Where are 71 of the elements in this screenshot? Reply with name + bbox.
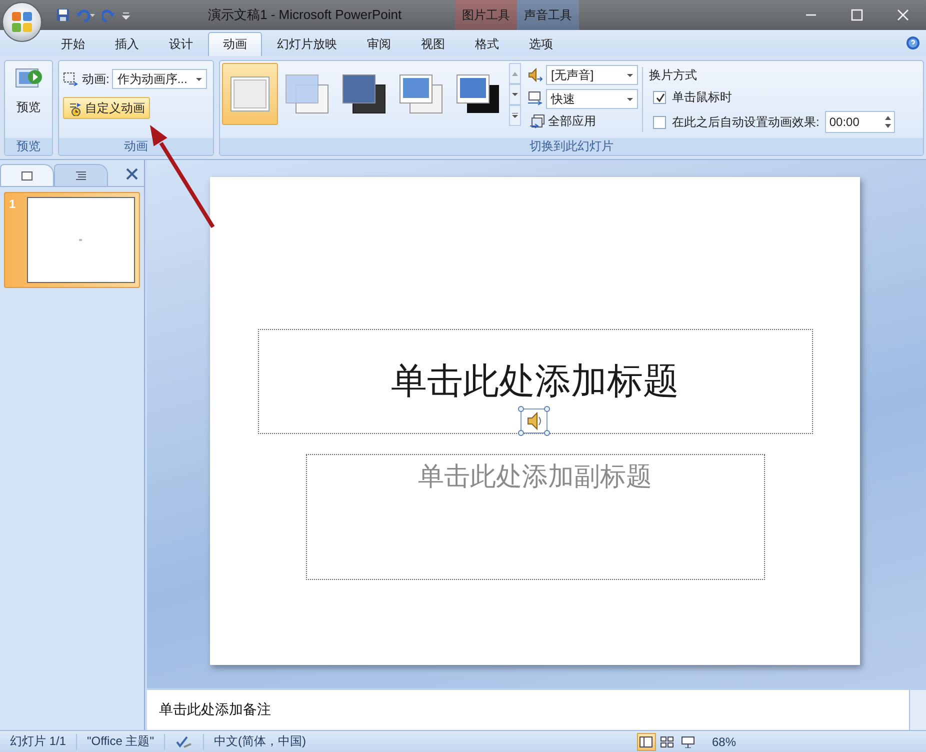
dropdown-caret-icon (627, 98, 633, 100)
maximize-icon[interactable] (851, 9, 863, 21)
apply-all-icon (529, 114, 545, 130)
scrollbar[interactable] (909, 690, 926, 730)
time-spinner-field[interactable]: 00:00 (825, 111, 896, 133)
checkbox-label: 单击鼠标时 (672, 89, 732, 106)
section-title: 换片方式 (649, 67, 698, 84)
slide-icon (21, 170, 33, 182)
custom-animation-icon (68, 100, 82, 116)
animation-dropdown[interactable]: 作为动画序... (112, 69, 208, 89)
undo-icon[interactable] (75, 8, 97, 22)
preview-button[interactable]: 预览 (5, 61, 52, 138)
contextual-tab-label: 声音工具 (517, 0, 579, 30)
window-title: 演示文稿1 - Microsoft PowerPoint (208, 6, 402, 24)
theme-name: "Office 主题" (77, 734, 165, 750)
transition-sound-dropdown[interactable]: [无声音] (546, 65, 638, 85)
checkbox[interactable] (653, 116, 666, 128)
slide-counter: 幻灯片 1/1 (0, 734, 78, 750)
animation-icon (63, 72, 79, 86)
ribbon-tab[interactable]: 设计 (154, 32, 208, 56)
normal-view-button[interactable] (636, 732, 656, 750)
ribbon-tab[interactable]: 视图 (406, 32, 460, 56)
ribbon-tab[interactable]: 审阅 (352, 32, 406, 56)
speaker-icon (518, 406, 550, 436)
office-button[interactable] (2, 2, 42, 42)
notes-area[interactable]: 单击此处添加备注 (147, 690, 909, 730)
ribbon-tab[interactable]: 插入 (100, 32, 154, 56)
up-arrow-icon (512, 72, 518, 76)
group-label: 切换到此幻灯片 (220, 138, 923, 155)
dropdown-caret-icon (196, 78, 202, 80)
sound-icon (527, 67, 543, 83)
zoom-level: 68% (712, 734, 736, 748)
normal-view-icon (639, 736, 654, 748)
ribbon-tab[interactable]: 动画 (208, 32, 262, 56)
subtitle-prompt: 单击此处添加副标题 (418, 461, 652, 494)
spell-check-icon[interactable] (175, 734, 193, 748)
custom-animation-button[interactable]: 自定义动画 (63, 97, 150, 119)
help-icon[interactable] (906, 36, 920, 50)
ribbon-tab[interactable]: 格式 (460, 32, 514, 56)
close-icon[interactable] (126, 168, 138, 180)
checkbox-label: 在此之后自动设置动画效果: (672, 114, 820, 130)
contextual-tab-label: 图片工具 (455, 0, 517, 30)
transition-thumbnail[interactable] (222, 63, 278, 125)
save-icon[interactable] (56, 8, 70, 22)
ribbon-tab[interactable]: 开始 (46, 32, 100, 56)
ribbon-tab[interactable]: 选项 (514, 32, 568, 56)
checkmark-icon (654, 93, 664, 102)
animation-label: 动画: (82, 70, 110, 88)
sorter-view-icon (660, 736, 674, 748)
outline-tab[interactable] (54, 164, 108, 186)
more-icon (512, 112, 518, 118)
title-prompt: 单击此处添加标题 (391, 360, 679, 404)
gallery-down-button[interactable] (509, 84, 521, 105)
language-indicator: 中文(简体，中国) (213, 734, 307, 750)
dropdown-caret-icon (627, 74, 633, 76)
ribbon-tab[interactable]: 幻灯片放映 (262, 32, 352, 56)
slide-number: 1 (9, 197, 17, 213)
notes-prompt: 单击此处添加备注 (159, 701, 271, 719)
checkbox[interactable] (653, 91, 666, 104)
speed-icon (527, 91, 543, 107)
apply-to-all-button[interactable]: 全部应用 (527, 113, 638, 130)
office-logo-icon (11, 11, 33, 33)
spinner-arrows-icon[interactable] (885, 116, 892, 128)
slides-tab[interactable] (0, 164, 54, 186)
group-label: 预览 (5, 138, 52, 155)
down-arrow-icon (512, 92, 518, 96)
gallery-more-button[interactable] (509, 105, 521, 126)
outline-icon (75, 170, 87, 182)
transition-speed-dropdown[interactable]: 快速 (546, 89, 638, 109)
slideshow-view-icon (681, 736, 696, 748)
group-label: 动画 (59, 138, 213, 155)
